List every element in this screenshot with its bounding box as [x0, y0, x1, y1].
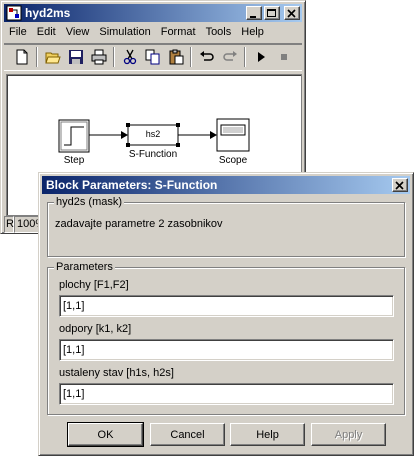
minimize-button[interactable] [246, 6, 262, 20]
minimize-icon [250, 16, 256, 18]
copy-icon [145, 49, 159, 65]
toolbar-separator [113, 47, 115, 67]
menu-format[interactable]: Format [156, 23, 201, 42]
step-block[interactable] [58, 119, 90, 153]
mask-group: hyd2s (mask) zadavajte parametre 2 zasob… [47, 196, 405, 257]
dialog-close-button[interactable] [392, 178, 408, 192]
menu-tools[interactable]: Tools [201, 23, 237, 42]
menubar: File Edit View Simulation Format Tools H… [4, 23, 269, 42]
status-text: R [4, 216, 14, 233]
print-icon [91, 49, 106, 65]
save-button[interactable] [64, 46, 87, 68]
simulink-app-icon [6, 5, 22, 21]
paste-button[interactable] [164, 46, 187, 68]
sfunction-block-text: hs2 [145, 129, 161, 139]
ustaleny-stav-label: ustaleny stav [h1s, h2s] [59, 367, 174, 379]
menu-file[interactable]: File [4, 23, 32, 42]
scope-block[interactable] [216, 118, 250, 152]
sfunction-block-label: S-Function [128, 149, 178, 160]
help-button[interactable]: Help [230, 423, 305, 446]
model-title: hyd2ms [25, 6, 71, 20]
apply-button[interactable]: Apply [311, 423, 386, 446]
scope-block-label: Scope [218, 155, 248, 166]
stop-simulation-button[interactable] [272, 46, 295, 68]
menu-view[interactable]: View [61, 23, 95, 42]
model-titlebar[interactable]: hyd2ms [4, 4, 302, 22]
open-icon [44, 52, 61, 64]
menu-edit[interactable]: Edit [32, 23, 61, 42]
close-button[interactable] [284, 6, 300, 20]
dialog-titlebar[interactable]: Block Parameters: S-Function [42, 176, 410, 194]
toolbar-separator [190, 47, 192, 67]
undo-icon [199, 51, 214, 61]
toolbar-separator [36, 47, 38, 67]
redo-icon [222, 51, 237, 61]
copy-button[interactable] [141, 46, 164, 68]
new-icon [16, 49, 27, 65]
toolbar-separator [244, 47, 246, 67]
block-parameters-dialog: Block Parameters: S-Function hyd2s (mask… [38, 172, 414, 456]
odpory-label: odpory [k1, k2] [59, 323, 132, 335]
open-button[interactable] [41, 46, 64, 68]
mask-description: zadavajte parametre 2 zasobnikov [55, 218, 223, 230]
stop-simulation-icon [280, 54, 287, 60]
start-simulation-button[interactable] [249, 46, 272, 68]
close-icon [395, 181, 404, 190]
mask-group-title: hyd2s (mask) [54, 196, 125, 208]
cancel-button[interactable]: Cancel [150, 423, 225, 446]
step-block-label: Step [63, 155, 85, 166]
print-button[interactable] [87, 46, 110, 68]
parameters-group-title: Parameters [54, 261, 115, 273]
maximize-icon [267, 9, 276, 17]
start-simulation-icon [257, 52, 265, 62]
cut-button[interactable] [118, 46, 141, 68]
toolbar [4, 43, 302, 71]
odpory-input[interactable] [59, 339, 394, 361]
parameters-group: Parameters plochy [F1,F2] odpory [k1, k2… [47, 261, 405, 415]
plochy-input[interactable] [59, 295, 394, 317]
paste-icon [169, 49, 183, 65]
signal-line[interactable] [89, 131, 128, 139]
ok-button[interactable]: OK [67, 422, 144, 447]
save-icon [68, 50, 83, 64]
redo-button[interactable] [218, 46, 241, 68]
cut-icon [123, 49, 136, 65]
new-button[interactable] [10, 46, 33, 68]
menu-help[interactable]: Help [236, 23, 269, 42]
plochy-label: plochy [F1,F2] [59, 279, 129, 291]
close-icon [287, 9, 296, 18]
menu-simulation[interactable]: Simulation [94, 23, 155, 42]
undo-button[interactable] [195, 46, 218, 68]
dialog-title: Block Parameters: S-Function [46, 178, 218, 192]
signal-line[interactable] [178, 131, 217, 139]
ustaleny-stav-input[interactable] [59, 383, 394, 405]
maximize-button[interactable] [264, 6, 280, 20]
